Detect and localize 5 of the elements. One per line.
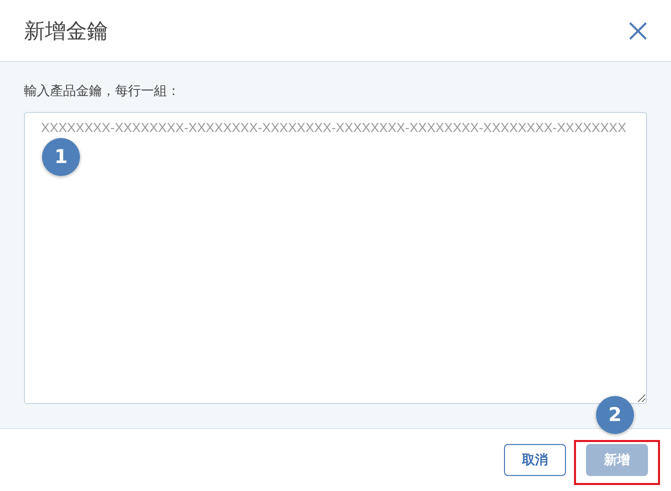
dialog-title: 新增金鑰 — [24, 18, 108, 44]
close-button[interactable] — [627, 20, 649, 42]
close-icon — [627, 20, 649, 42]
keys-label: 輸入產品金鑰，每行一組： — [24, 83, 181, 100]
cancel-button[interactable]: 取消 — [504, 444, 566, 476]
